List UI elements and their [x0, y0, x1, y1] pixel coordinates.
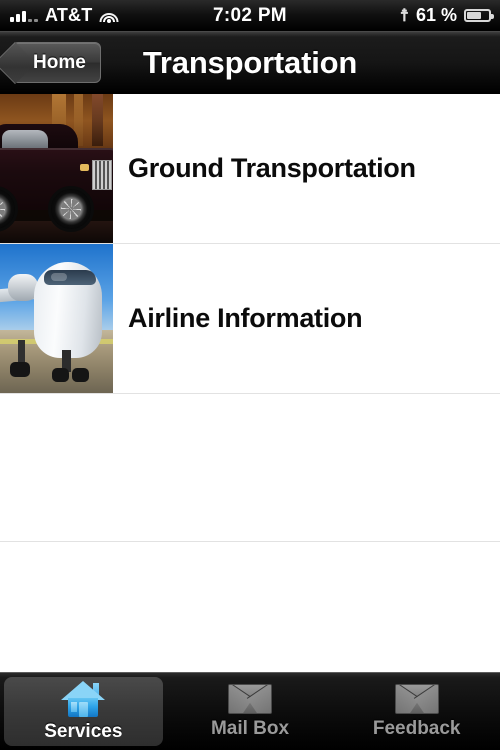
- list-item-label: Ground Transportation: [128, 153, 416, 183]
- tab-label: Feedback: [372, 717, 461, 739]
- battery-percent-label: 61 %: [415, 5, 457, 25]
- battery-icon: [464, 9, 494, 22]
- phone-screen: AT&T 7:02 PM ☨ 61 % Transportation Home: [0, 0, 500, 750]
- list-item[interactable]: Airline Information: [0, 244, 500, 394]
- status-bar-right: ☨ 61 %: [399, 5, 494, 26]
- home-house-icon: [61, 680, 106, 717]
- tab-services[interactable]: Services: [0, 673, 167, 750]
- airplane-photo: [0, 244, 113, 393]
- list-item-label: Airline Information: [128, 303, 363, 333]
- status-bar: AT&T 7:02 PM ☨ 61 %: [0, 0, 500, 32]
- tab-label: Mail Box: [210, 717, 290, 739]
- tab-bar: Services Mail Box Feedback: [0, 672, 500, 750]
- envelope-icon: [228, 683, 272, 714]
- back-button-home[interactable]: Home: [12, 42, 101, 83]
- back-button-label: Home: [33, 51, 86, 73]
- bluetooth-icon: ☨: [399, 6, 409, 25]
- tab-label: Services: [44, 720, 123, 742]
- luxury-car-photo: [0, 94, 113, 243]
- navigation-bar: Transportation Home: [0, 32, 500, 94]
- services-list[interactable]: Ground Transportation Airline Informatio…: [0, 94, 500, 672]
- envelope-icon: [394, 683, 439, 714]
- list-item[interactable]: Ground Transportation: [0, 94, 500, 244]
- empty-list-row: [0, 394, 500, 542]
- tab-mail-box[interactable]: Mail Box: [167, 673, 334, 750]
- tab-feedback[interactable]: Feedback: [333, 673, 500, 750]
